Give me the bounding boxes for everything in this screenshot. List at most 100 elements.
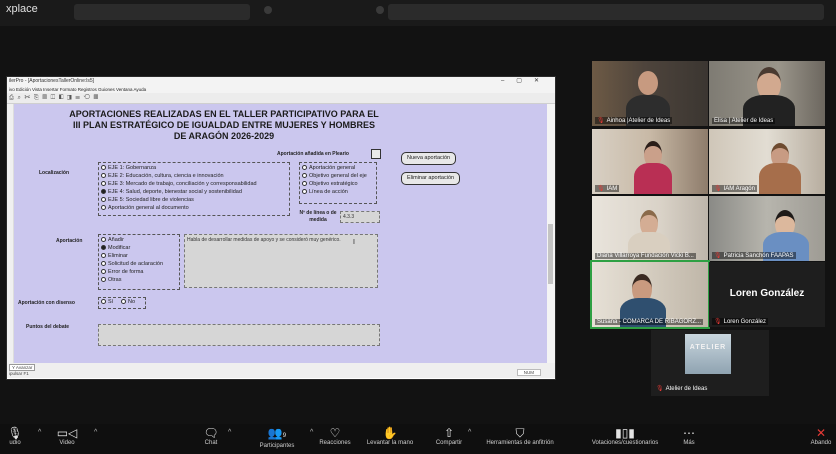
form-title-line: APORTACIONES REALIZADAS EN EL TALLER PAR… <box>69 109 379 119</box>
radio-icon[interactable] <box>101 181 106 186</box>
eje-option[interactable]: EJE 3: Mercado de trabajo, conciliación … <box>101 181 257 187</box>
puntos-debate-label: Puntos del debate <box>26 324 70 330</box>
form-title-line: DE ARAGÓN 2026-2029 <box>173 131 275 141</box>
radio-icon[interactable] <box>101 205 106 210</box>
polls-button[interactable]: ▮▯▮ Votaciones/cuestionarios <box>580 426 670 446</box>
participant-tile[interactable]: Diana Villarroya Fundación Vicki B... <box>592 196 708 261</box>
app-toolbar[interactable]: ⎙ ⌕ ✂ ⎘ ▤ ◫ ◧ ◨ ☰ ⟲ ▦ <box>7 93 555 104</box>
radio-icon[interactable] <box>101 173 106 178</box>
chat-bubble-icon: 🗨 <box>203 426 219 440</box>
radio-icon[interactable] <box>101 269 106 274</box>
accion-option[interactable]: Solicitud de aclaración <box>101 261 163 267</box>
eje-option[interactable]: EJE 1: Gobernanza <box>101 165 156 171</box>
radio-icon[interactable] <box>101 261 106 266</box>
added-in-plenary-checkbox[interactable] <box>371 149 381 159</box>
app-menu-items[interactable]: ivo Edición Vista Insertar Formato Regis… <box>9 87 146 92</box>
form-title-line: III PLAN ESTRATÉGICO DE IGUALDAD ENTRE M… <box>72 120 376 130</box>
leave-button[interactable]: ✕ Abando <box>806 426 836 446</box>
radio-selected-icon[interactable] <box>101 189 106 194</box>
radio-icon[interactable] <box>302 181 307 186</box>
mic-muted-icon: 🎙 <box>656 386 664 392</box>
participant-tile[interactable]: 🎙 Ainhoa |Atelier de Ideas <box>592 61 708 126</box>
app-menubar[interactable]: ivo Edición Vista Insertar Formato Regis… <box>7 86 555 93</box>
form-title: APORTACIONES REALIZADAS EN EL TALLER PAR… <box>54 109 394 142</box>
accion-option[interactable]: Error de forma <box>101 269 143 275</box>
accion-option[interactable]: Eliminar <box>101 253 128 259</box>
heart-icon: ♡ <box>329 426 341 440</box>
radio-icon[interactable] <box>101 299 106 304</box>
participant-tile[interactable]: 🎙 IAM <box>592 129 708 194</box>
vertical-scrollbar[interactable] <box>547 104 555 363</box>
scroll-thumb[interactable] <box>548 224 553 284</box>
top-toolbar-pill[interactable] <box>74 4 250 20</box>
window-controls[interactable]: –▢✕ <box>501 77 551 86</box>
participant-name: Diana Villarroya Fundación Vicki B... <box>595 253 696 259</box>
radio-icon[interactable] <box>302 173 307 178</box>
disenso-si-option[interactable]: Sí <box>101 299 113 305</box>
radio-icon[interactable] <box>101 277 106 282</box>
audio-button[interactable]: 🎙 udio <box>4 426 26 446</box>
participant-tile-no-video[interactable]: Loren González 🎙 Loren González <box>709 262 825 327</box>
person-head <box>638 71 658 95</box>
mic-muted-icon: 🎙 <box>597 118 605 124</box>
tipo-option[interactable]: Aportación general <box>302 165 355 171</box>
app-left-strip <box>7 104 14 363</box>
more-button[interactable]: ⋯ Más <box>676 426 702 446</box>
more-icon: ⋯ <box>683 426 695 440</box>
app-toolbar-icons[interactable]: ⎙ ⌕ ✂ ⎘ ▤ ◫ ◧ ◨ ☰ ⟲ ▦ <box>9 95 99 101</box>
participant-name: 🎙 IAM Aragón <box>712 185 757 192</box>
participants-icon: 👥9 <box>267 426 287 440</box>
raise-hand-button[interactable]: ✋ Levantar la mano <box>360 426 420 446</box>
aportacion-textarea[interactable]: Habla de desarrollar medidas de apoyo y … <box>184 234 378 288</box>
radio-icon[interactable] <box>101 197 106 202</box>
participant-tile[interactable]: Elisa | Atelier de Ideas <box>709 61 825 126</box>
participant-tile-active-speaker[interactable]: Susana - COMARCA DE RIBAGORZ... <box>590 260 710 329</box>
person-body <box>634 163 672 194</box>
radio-icon[interactable] <box>302 189 307 194</box>
eliminar-aportacion-button[interactable]: Eliminar aportación <box>401 172 461 185</box>
audio-options-chevron-icon[interactable]: ^ <box>38 429 41 436</box>
eje-option[interactable]: Aportación general al documento <box>101 205 189 211</box>
tipo-option[interactable]: Objetivo general del eje <box>302 173 367 179</box>
accion-option[interactable]: Añadir <box>101 237 124 243</box>
top-toolbar-pill[interactable] <box>388 4 824 20</box>
share-options-chevron-icon[interactable]: ^ <box>468 429 471 436</box>
participant-name: Susana - COMARCA DE RIBAGORZ... <box>595 319 704 325</box>
participant-tile[interactable]: 🎙 Patricia Sanchón FAAPAS <box>709 196 825 261</box>
status-mode[interactable]: Y Avanzar <box>9 364 36 371</box>
radio-icon[interactable] <box>121 299 126 304</box>
participant-tile[interactable]: 🎙 IAM Aragón <box>709 129 825 194</box>
radio-icon[interactable] <box>101 253 106 258</box>
aportacion-form: APORTACIONES REALIZADAS EN EL TALLER PAR… <box>14 104 547 363</box>
hand-icon: ✋ <box>382 426 398 440</box>
chat-button[interactable]: 🗨 Chat <box>198 426 224 446</box>
participant-tile-no-video[interactable]: ATELIER 🎙 Atelier de Ideas <box>651 330 769 396</box>
accion-option[interactable]: Otras <box>101 277 121 283</box>
linea-medida-field[interactable]: 4.3.3 <box>340 211 380 223</box>
status-help: ipulsar F1 <box>9 371 29 376</box>
radio-icon[interactable] <box>302 165 307 170</box>
linea-medida-label: Nº de línea o de medida <box>299 210 337 223</box>
eje-radio-group: EJE 1: Gobernanza EJE 2: Educación, cult… <box>98 162 290 216</box>
chat-options-chevron-icon[interactable]: ^ <box>228 429 231 436</box>
radio-icon[interactable] <box>101 165 106 170</box>
participants-button[interactable]: 👥9 Participantes <box>250 426 304 449</box>
eje-option[interactable]: EJE 4: Salud, deporte, bienestar social … <box>101 189 242 195</box>
eje-option[interactable]: EJE 2: Educación, cultura, ciencia e inn… <box>101 173 224 179</box>
tipo-option[interactable]: Objetivo estratégico <box>302 181 358 187</box>
video-options-chevron-icon[interactable]: ^ <box>94 429 97 436</box>
disenso-no-option[interactable]: No <box>121 299 135 305</box>
participant-big-name: Loren González <box>729 288 805 299</box>
nueva-aportacion-button[interactable]: Nueva aportación <box>401 152 457 165</box>
eje-option[interactable]: EJE 5: Sociedad libre de violencias <box>101 197 194 203</box>
host-tools-button[interactable]: ⛉ Herramientas de anfitrión <box>478 426 562 446</box>
video-button[interactable]: ▭◁ Video <box>52 426 82 446</box>
puntos-debate-field[interactable] <box>98 324 380 346</box>
radio-icon[interactable] <box>101 237 106 242</box>
mic-muted-icon: 🎙 <box>714 253 722 259</box>
reactions-button[interactable]: ♡ Reacciones <box>310 426 360 446</box>
tipo-option[interactable]: Línea de acción <box>302 189 348 195</box>
radio-selected-icon[interactable] <box>101 245 106 250</box>
accion-option[interactable]: Modificar <box>101 245 130 251</box>
share-button[interactable]: ⇧ Compartir <box>426 426 472 446</box>
